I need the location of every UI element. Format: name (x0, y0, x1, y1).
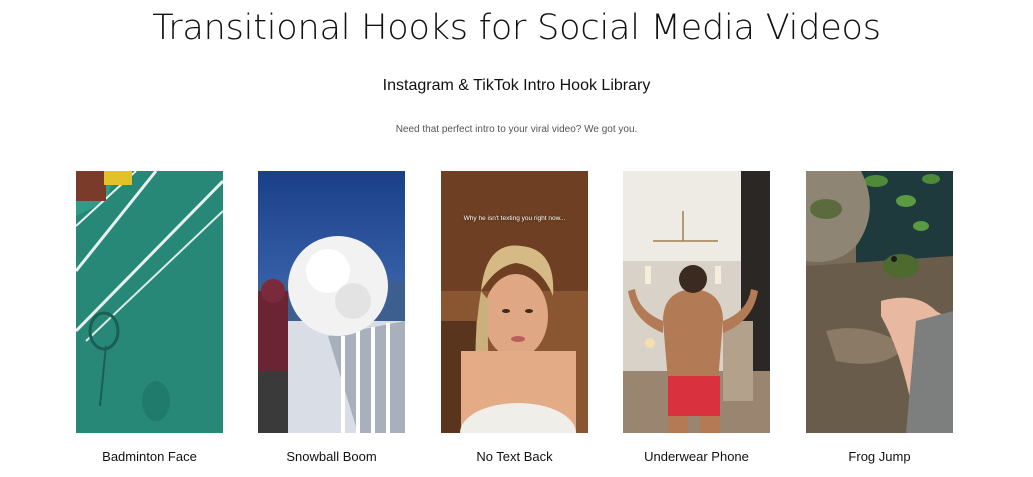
page-title: Transitional Hooks for Social Media Vide… (152, 8, 881, 48)
video-title[interactable]: Frog Jump (786, 449, 973, 465)
video-gallery: Badminton Face Snowball Boom Why he isn'… (0, 171, 1033, 471)
video-title[interactable]: No Text Back (421, 449, 608, 465)
page-tagline: Need that perfect intro to your viral vi… (395, 124, 638, 135)
video-card-underwear-phone[interactable]: Underwear Phone (623, 171, 770, 471)
page-subtitle: Instagram & TikTok Intro Hook Library (382, 77, 651, 94)
video-card-badminton-face[interactable]: Badminton Face (76, 171, 223, 471)
video-card-no-text-back[interactable]: Why he isn't texting you right now... No… (441, 171, 588, 471)
video-card-frog-jump[interactable]: Frog Jump (806, 171, 953, 471)
video-thumbnail-underwear-phone[interactable] (623, 171, 770, 433)
video-thumbnail-no-text-back[interactable]: Why he isn't texting you right now... (441, 171, 588, 433)
video-thumbnail-badminton[interactable] (76, 171, 223, 433)
video-title[interactable]: Badminton Face (56, 449, 243, 465)
video-thumbnail-snowball[interactable] (258, 171, 405, 433)
video-title[interactable]: Snowball Boom (238, 449, 425, 465)
video-overlay-caption: Why he isn't texting you right now... (463, 215, 566, 222)
video-thumbnail-frog-jump[interactable] (806, 171, 953, 433)
video-card-snowball-boom[interactable]: Snowball Boom (258, 171, 405, 471)
video-title[interactable]: Underwear Phone (603, 449, 790, 465)
